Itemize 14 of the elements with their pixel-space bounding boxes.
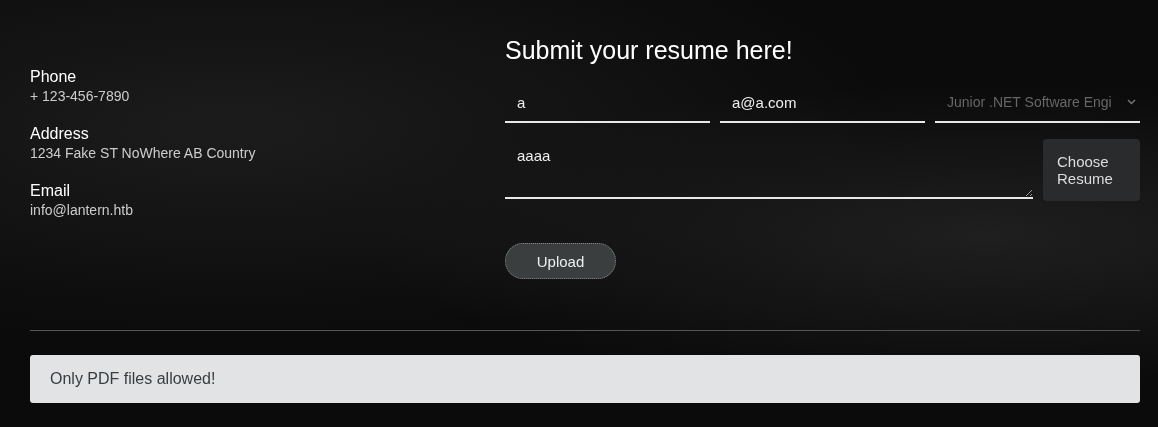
- chevron-down-icon: [1127, 99, 1136, 105]
- contact-value: info@lantern.htb: [30, 202, 134, 218]
- contact-value: + 123-456-7890: [30, 88, 131, 104]
- contact-label: Address: [30, 125, 90, 143]
- upload-button[interactable]: Upload: [505, 243, 616, 279]
- contact-value: 1234 Fake ST NoWhere AB Country: [30, 145, 257, 161]
- contact-label: Email: [30, 182, 71, 200]
- name-field[interactable]: a: [505, 83, 710, 123]
- email-field[interactable]: a@a.com: [720, 83, 925, 123]
- choose-resume-button[interactable]: Choose Resume: [1043, 139, 1140, 201]
- alert-message: Only PDF files allowed!: [30, 355, 1140, 403]
- message-field[interactable]: aaaa: [505, 139, 1033, 199]
- contact-label: Phone: [30, 68, 78, 86]
- form-title: Submit your resume here!: [505, 36, 794, 65]
